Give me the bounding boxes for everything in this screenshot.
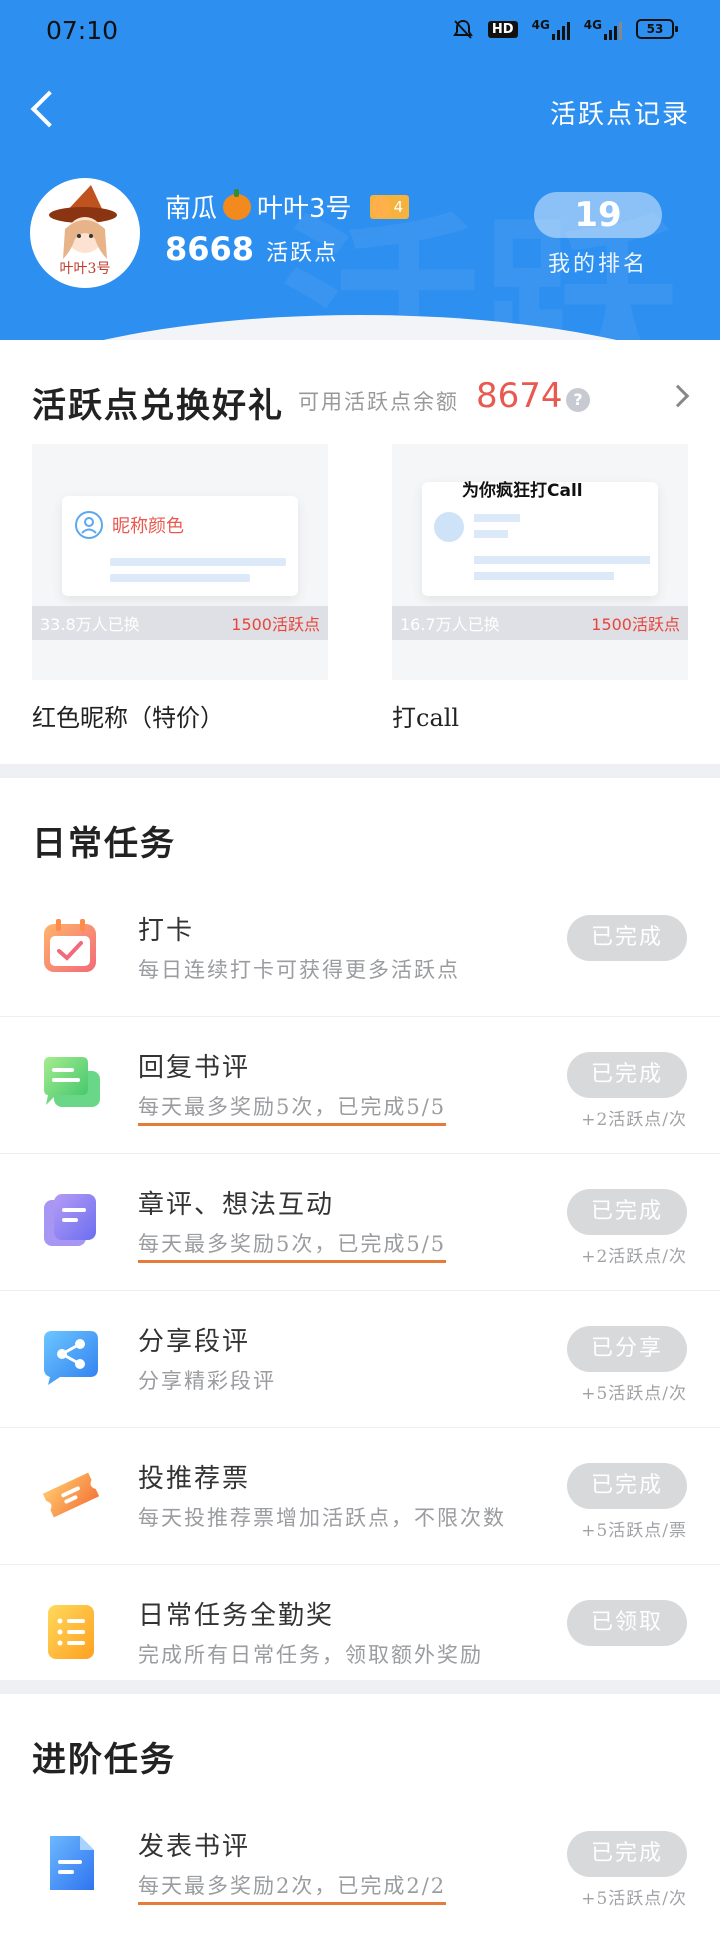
task-reward: +5活跃点/次 (581, 1889, 687, 1909)
task-status-button[interactable]: 已完成 (567, 1831, 687, 1877)
task-status-button[interactable]: 已完成 (567, 1463, 687, 1509)
task-desc: 每天投推荐票增加活跃点，不限次数 (138, 1506, 506, 1530)
gift-card-red-nickname[interactable]: 昵称颜色 33.8万人已换 1500活跃点 (32, 444, 328, 680)
task-status-button[interactable]: 已完成 (567, 1052, 687, 1098)
gift-preview: 为你疯狂打Call (422, 481, 658, 596)
points-unit: 活跃点 (266, 241, 339, 266)
status-time: 07:10 (46, 16, 119, 45)
gift-name[interactable]: 打call (392, 698, 459, 733)
task-desc: 每天最多奖励5次，已完成5/5 (138, 1228, 447, 1263)
gift-exchange-count: 16.7万人已换 (400, 615, 500, 634)
gift-name[interactable]: 红色昵称（特价） (32, 698, 224, 733)
pumpkin-icon (223, 188, 252, 220)
mute-bell-icon (453, 19, 473, 39)
flame-icon (371, 195, 390, 218)
task-desc: 完成所有日常任务，领取额外奖励 (138, 1643, 483, 1667)
network-1-label: 4G (531, 18, 550, 32)
signal-2: 4G (584, 18, 622, 40)
signal-1: 4G (532, 18, 570, 40)
avatar-illustration-icon: 叶叶3号 (33, 181, 137, 285)
status-bar: 07:10 HD 4G 4G 53 (0, 0, 720, 62)
username: 南瓜 叶叶3号 4 (165, 188, 410, 225)
signal-bars-1-icon (551, 18, 570, 40)
task-desc: 分享精彩段评 (138, 1369, 276, 1393)
header-watermark: 活跃 (279, 195, 680, 340)
points-record-link[interactable]: 活跃点记录 (550, 94, 690, 131)
balance-label: 可用活跃点余额 (298, 390, 459, 414)
task-name: 分享段评 (138, 1327, 251, 1357)
gift-card-call[interactable]: 为你疯狂打Call 16.7万人已换 1500活跃点 (392, 444, 688, 680)
task-reward: +2活跃点/次 (581, 1110, 687, 1130)
gift-stats: 16.7万人已换 1500活跃点 (392, 606, 688, 640)
gift-exchange-count: 33.8万人已换 (40, 615, 140, 634)
exchange-section: 活跃点兑换好礼 可用活跃点余额 8674 ? 昵称颜色 33.8万人已换 150… (0, 340, 720, 764)
balance-value: 8674 (476, 376, 563, 416)
chevron-right-icon[interactable] (666, 384, 690, 408)
daily-tasks-title: 日常任务 (32, 824, 176, 864)
checklist-icon (48, 1605, 94, 1659)
task-desc: 每天最多奖励2次，已完成2/2 (138, 1870, 447, 1905)
task-name: 章评、想法互动 (138, 1190, 335, 1220)
rank-value[interactable]: 19 (534, 192, 662, 238)
task-name: 发表书评 (138, 1832, 251, 1862)
gift-preview-label: 昵称颜色 (112, 516, 184, 537)
section-divider (0, 764, 720, 778)
header: 活跃 07:10 HD 4G 4G 53 活跃点记录 叶叶3号 南瓜 叶叶3号 … (0, 0, 720, 340)
daily-tasks-section: 日常任务 打卡 每日连续打卡可获得更多活跃点 已完成 回复书评 每天最多奖励5次… (0, 778, 720, 1680)
task-row-publish-review: 发表书评 每天最多奖励2次，已完成2/2 已完成 +5活跃点/次 (0, 1796, 720, 1933)
hd-badge: HD (487, 20, 518, 38)
task-status-button[interactable]: 已完成 (567, 1189, 687, 1235)
gift-cost: 1500活跃点 (231, 615, 320, 634)
task-row-share: 分享段评 分享精彩段评 已分享 +5活跃点/次 (0, 1291, 720, 1428)
signal-bars-2-icon (604, 18, 622, 40)
help-icon[interactable]: ? (566, 388, 590, 412)
task-reward: +2活跃点/次 (581, 1247, 687, 1267)
points-summary: 8668 活跃点 (165, 230, 338, 268)
back-button[interactable] (24, 86, 64, 134)
gift-cost: 1500活跃点 (591, 615, 680, 634)
task-row-chapter-comment: 章评、想法互动 每天最多奖励5次，已完成5/5 已完成 +2活跃点/次 (0, 1154, 720, 1291)
battery-icon: 53 (636, 19, 678, 39)
username-suffix: 叶叶3号 (257, 194, 352, 224)
task-name: 回复书评 (138, 1053, 251, 1083)
gift-preview: 昵称颜色 (62, 496, 298, 596)
rank-label: 我的排名 (547, 252, 648, 277)
task-name: 日常任务全勤奖 (138, 1601, 335, 1631)
task-status-button[interactable]: 已分享 (567, 1326, 687, 1372)
share-icon (44, 1331, 98, 1385)
advanced-tasks-title: 进阶任务 (32, 1740, 176, 1780)
avatar[interactable]: 叶叶3号 (30, 178, 140, 288)
task-status-button[interactable]: 已领取 (567, 1600, 687, 1646)
level-badge: 4 (369, 194, 410, 219)
task-row-reply-review: 回复书评 每天最多奖励5次，已完成5/5 已完成 +2活跃点/次 (0, 1017, 720, 1154)
task-name: 打卡 (138, 916, 195, 946)
note-stack-icon (44, 1194, 96, 1246)
section-divider (0, 1680, 720, 1694)
ticket-icon (42, 1472, 100, 1518)
status-icons: HD 4G 4G 53 (452, 18, 678, 40)
calendar-check-icon (44, 919, 96, 972)
task-desc: 每日连续打卡可获得更多活跃点 (138, 958, 460, 982)
network-2-label: 4G (583, 18, 602, 32)
gift-preview-label: 为你疯狂打Call (462, 481, 583, 501)
advanced-tasks-section: 进阶任务 发表书评 每天最多奖励2次，已完成2/2 已完成 +5活跃点/次 (0, 1694, 720, 1934)
document-icon (50, 1836, 94, 1890)
task-status-button[interactable]: 已完成 (567, 915, 687, 961)
username-prefix: 南瓜 (165, 194, 218, 224)
task-desc: 每天最多奖励5次，已完成5/5 (138, 1091, 447, 1126)
gift-stats: 33.8万人已换 1500活跃点 (32, 606, 328, 640)
avatar-signature: 叶叶3号 (60, 261, 111, 277)
task-reward: +5活跃点/票 (581, 1521, 687, 1541)
exchange-title: 活跃点兑换好礼 (32, 386, 284, 426)
level-value: 4 (393, 197, 404, 216)
task-row-checkin: 打卡 每日连续打卡可获得更多活跃点 已完成 (0, 880, 720, 1017)
points-value: 8668 (165, 230, 255, 268)
task-reward: +5活跃点/次 (581, 1384, 687, 1404)
task-name: 投推荐票 (138, 1464, 251, 1494)
user-icon (75, 511, 103, 539)
chat-bubble-icon (44, 1057, 100, 1107)
task-row-vote: 投推荐票 每天投推荐票增加活跃点，不限次数 已完成 +5活跃点/票 (0, 1428, 720, 1565)
